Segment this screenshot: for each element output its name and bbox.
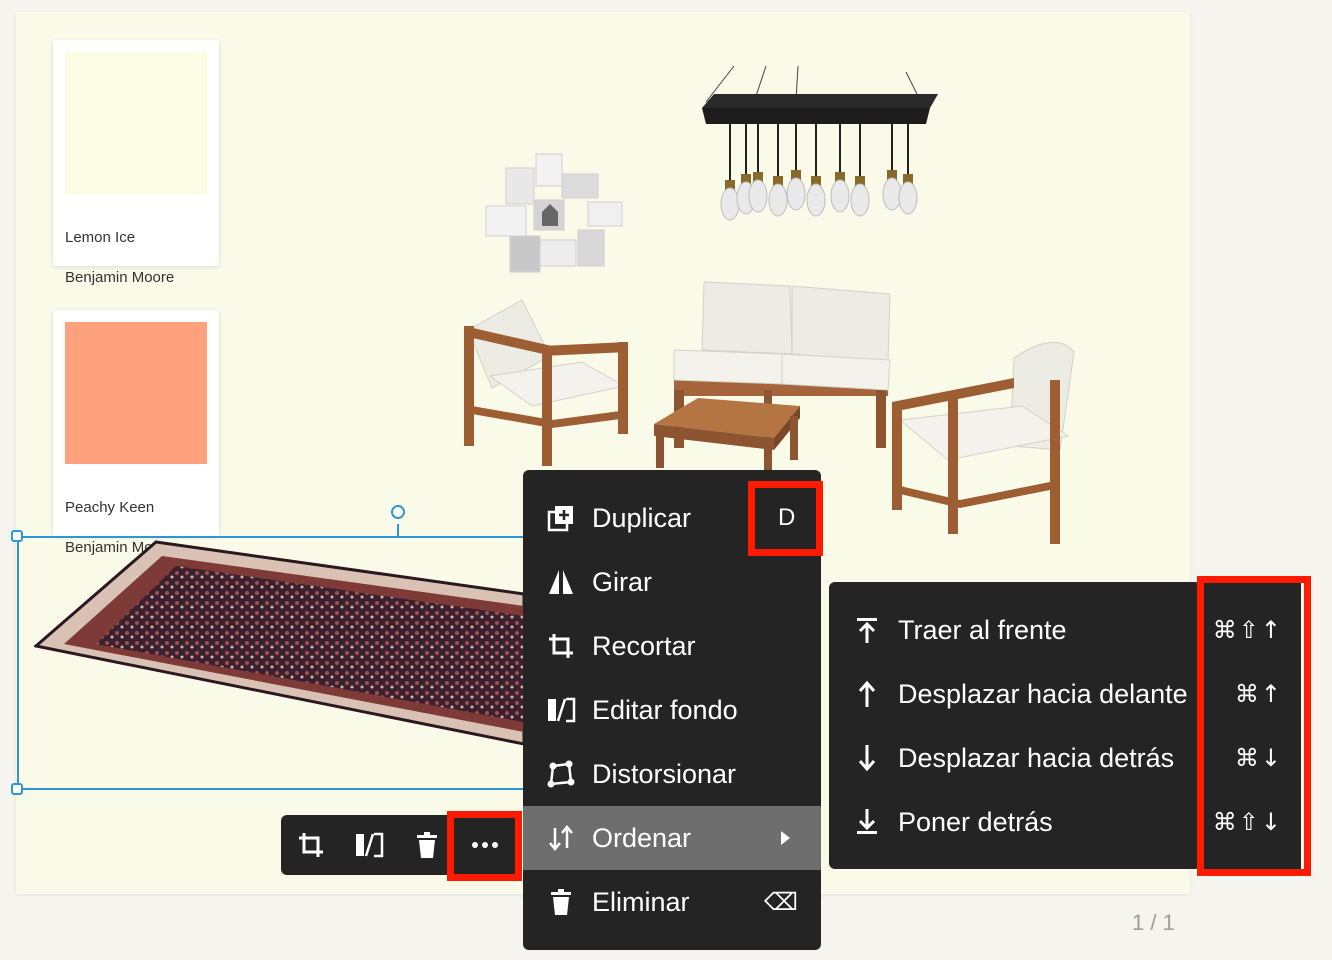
menu-item-label: Recortar [592,630,696,661]
send-to-back-icon [851,806,883,838]
edit-background-icon [545,694,577,726]
submenu-item-label: Poner detrás [898,806,1053,837]
delete-button[interactable] [407,825,447,865]
submenu-item-move-forward[interactable]: Desplazar hacia delante [829,662,1201,726]
menu-item-label: Eliminar [592,886,690,917]
submenu-item-label: Traer al frente [898,614,1067,645]
context-menu: Duplicar D Girar Recortar Editar fondo D… [523,470,821,950]
move-forward-icon [851,678,883,710]
armchair-left-image[interactable] [462,296,634,468]
trash-icon [545,886,577,918]
duplicate-icon [545,502,577,534]
backspace-icon: ⌫ [764,888,798,916]
submenu-item-label: Desplazar hacia delante [898,678,1188,709]
chevron-right-icon [781,831,790,845]
swatch-color [65,52,207,194]
swatch-name: Lemon Ice [65,229,136,246]
swatch-color [65,322,207,464]
rotation-handle-stem [397,524,399,536]
more-dots-icon [472,842,498,848]
resize-handle-top-left[interactable] [11,530,23,542]
arrange-icon [545,822,577,854]
bring-to-front-icon [851,614,883,646]
move-backward-icon [851,742,883,774]
arrange-submenu: Traer al frente Desplazar hacia delante … [829,582,1201,869]
swatch-name: Peachy Keen [65,499,155,516]
armchair-right-image[interactable] [890,336,1080,546]
shortcut-send-to-back: ⌘⇧↓ [1212,808,1283,836]
shortcut-move-backward: ⌘↓ [1234,744,1283,772]
submenu-item-bring-to-front[interactable]: Traer al frente [829,598,1201,662]
menu-item-label: Girar [592,566,652,597]
menu-item-flip[interactable]: Girar [523,550,821,614]
trash-icon [417,832,437,858]
floating-toolbar [281,815,519,875]
submenu-item-move-backward[interactable]: Desplazar hacia detrás [829,726,1201,790]
submenu-shortcuts-column: ⌘⇧↑ ⌘↑ ⌘↓ ⌘⇧↓ [1197,582,1301,869]
distort-icon [545,758,577,790]
more-options-button[interactable] [465,825,505,865]
pendant-chandelier-image[interactable] [694,64,944,234]
crop-icon [545,630,577,662]
shortcut-bring-to-front: ⌘⇧↑ [1212,616,1283,644]
submenu-item-send-to-back[interactable]: Poner detrás [829,790,1201,854]
menu-item-arrange[interactable]: Ordenar [523,806,821,870]
resize-handle-bottom-left[interactable] [11,783,23,795]
swatch-card-peachy-keen[interactable]: Peachy Keen Benjamin Moore [53,310,219,556]
coffee-table-image[interactable] [650,396,804,472]
edit-background-button[interactable] [349,825,389,865]
menu-item-shortcut: D [778,504,796,531]
selection-box[interactable] [17,536,523,790]
menu-item-distort[interactable]: Distorsionar [523,742,821,806]
menu-item-label: Distorsionar [592,758,737,789]
flip-icon [545,566,577,598]
crop-icon [299,833,323,857]
shortcut-move-forward: ⌘↑ [1234,680,1283,708]
page-indicator: 1 / 1 [1132,910,1175,935]
edit-background-icon [356,832,384,858]
menu-item-label: Ordenar [592,822,692,853]
menu-item-duplicate[interactable]: Duplicar D [523,486,821,550]
menu-item-crop[interactable]: Recortar [523,614,821,678]
menu-item-label: Editar fondo [592,694,738,725]
menu-item-edit-background[interactable]: Editar fondo [523,678,821,742]
rotation-handle[interactable] [391,505,405,519]
menu-item-delete[interactable]: Eliminar ⌫ [523,870,821,934]
menu-item-label: Duplicar [592,502,692,533]
photo-collage-image[interactable] [484,152,624,274]
crop-button[interactable] [291,825,331,865]
swatch-brand: Benjamin Moore [65,269,175,286]
swatch-card-lemon-ice[interactable]: Lemon Ice Benjamin Moore [53,40,219,286]
submenu-item-label: Desplazar hacia detrás [898,742,1175,773]
